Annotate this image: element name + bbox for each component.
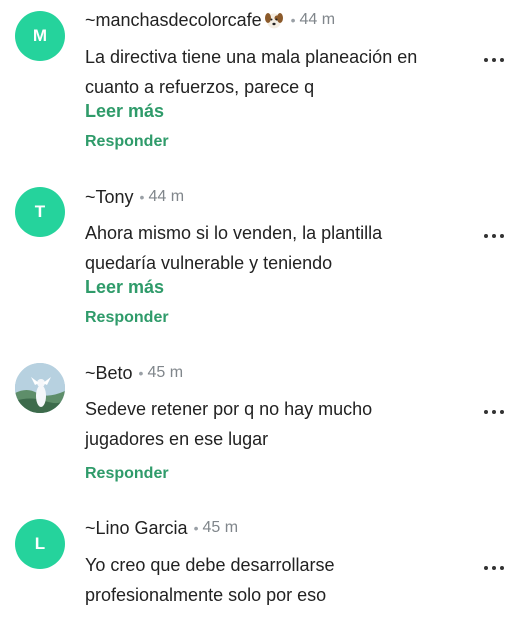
meta-separator: • <box>138 365 144 381</box>
comment-text-line: cuanto a refuerzos, parece q <box>85 77 315 97</box>
comment-header: ~manchasdecolorcafe • 44 m <box>85 8 335 32</box>
comment-text-line: La directiva tiene una mala planeación e… <box>85 47 418 67</box>
comment-text: Sedeve retener por q no hay mucho jugado… <box>85 394 465 454</box>
comment-timestamp: 45 m <box>147 364 184 381</box>
comment-timestamp: 44 m <box>299 11 336 28</box>
comment-text-line: quedaría vulnerable y teniendo <box>85 253 333 273</box>
avatar[interactable]: T <box>15 187 65 237</box>
read-more-link[interactable]: Leer más <box>85 276 164 298</box>
comment-text: Yo creo que debe desarrollarse profesion… <box>85 550 465 610</box>
dog-emoji-icon <box>264 13 283 29</box>
comment-text-line: Yo creo que debe desarrollarse <box>85 555 335 575</box>
more-horizontal-icon[interactable] <box>484 55 504 65</box>
more-horizontal-icon[interactable] <box>484 231 504 241</box>
avatar-photo-icon <box>15 363 65 413</box>
comment-header: ~Beto • 45 m <box>85 361 183 385</box>
author-name[interactable]: ~Lino Garcia <box>85 518 188 539</box>
more-horizontal-icon[interactable] <box>484 407 504 417</box>
author-name[interactable]: ~Beto <box>85 363 133 384</box>
comment-timestamp: 44 m <box>148 188 185 205</box>
comment-text: Ahora mismo si lo venden, la plantilla q… <box>85 218 465 278</box>
meta-separator: • <box>290 12 296 28</box>
author-name[interactable]: ~manchasdecolorcafe <box>85 10 262 31</box>
meta-separator: • <box>193 520 199 536</box>
comment-timestamp: 45 m <box>202 519 239 536</box>
comment-text: La directiva tiene una mala planeación e… <box>85 42 465 102</box>
reply-button[interactable]: Responder <box>85 131 169 153</box>
comment-text-line: jugadores en ese lugar <box>85 429 269 449</box>
avatar[interactable]: L <box>15 519 65 569</box>
comment-text-line: profesionalmente solo por eso <box>85 585 327 605</box>
reply-button[interactable]: Responder <box>85 307 169 329</box>
avatar[interactable] <box>15 363 65 413</box>
author-name[interactable]: ~Tony <box>85 187 134 208</box>
comment-text-line: Ahora mismo si lo venden, la plantilla <box>85 223 383 243</box>
comment-text-line: Sedeve retener por q no hay mucho <box>85 399 373 419</box>
reply-button[interactable]: Responder <box>85 463 169 485</box>
read-more-link[interactable]: Leer más <box>85 100 164 122</box>
comment-header: ~Lino Garcia • 45 m <box>85 516 238 540</box>
comment-header: ~Tony • 44 m <box>85 185 184 209</box>
more-horizontal-icon[interactable] <box>484 563 504 573</box>
avatar[interactable]: M <box>15 11 65 61</box>
meta-separator: • <box>139 189 145 205</box>
